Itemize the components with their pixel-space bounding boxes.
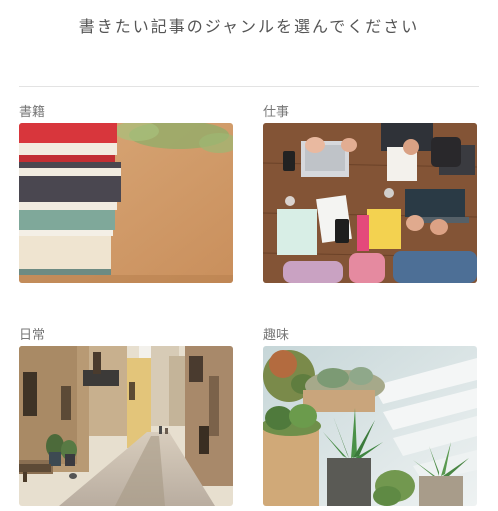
books-photo[interactable] (19, 123, 233, 283)
genre-label: 仕事 (263, 105, 290, 120)
genre-card-hobby[interactable]: 趣味 (263, 327, 477, 506)
work-desk-photo[interactable] (263, 123, 477, 283)
genre-card-books[interactable]: 書籍 (19, 104, 233, 283)
genre-card-daily[interactable]: 日常 (19, 327, 233, 506)
genre-select-page: 書きたい記事のジャンルを選んでください 書籍 仕事 日常 趣味 (0, 0, 498, 511)
genre-label: 趣味 (263, 328, 290, 343)
street-photo[interactable] (19, 346, 233, 506)
genre-card-work[interactable]: 仕事 (263, 104, 477, 283)
page-title: 書きたい記事のジャンルを選んでください (78, 17, 420, 36)
divider (19, 86, 479, 87)
genre-label: 書籍 (19, 105, 46, 120)
genre-label: 日常 (19, 328, 46, 343)
plants-photo[interactable] (263, 346, 477, 506)
